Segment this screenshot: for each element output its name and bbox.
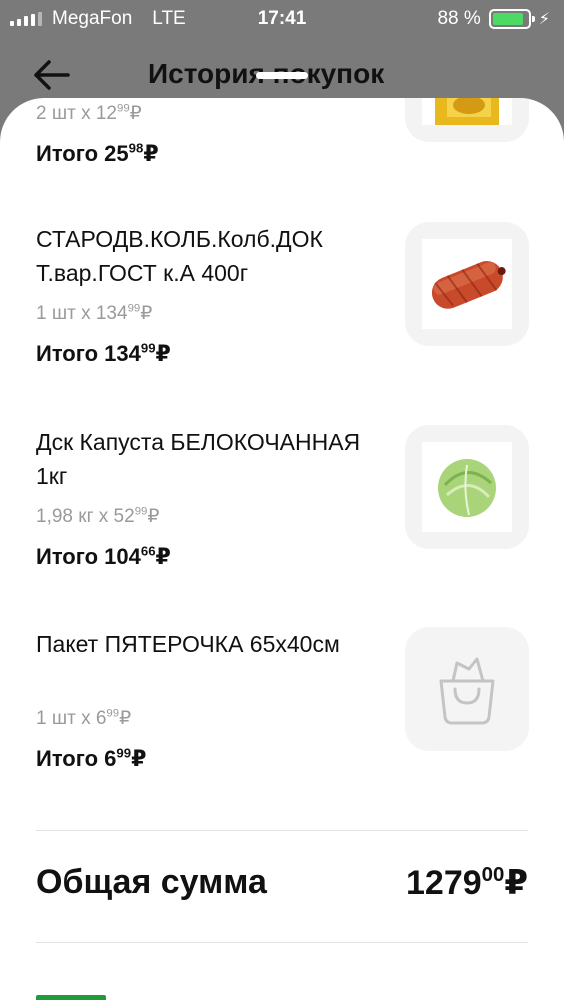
arrow-left-icon	[34, 60, 70, 90]
grand-total: Общая сумма 127900₽	[36, 863, 528, 913]
item-total: Итого 13499₽	[36, 340, 171, 366]
item-total: Итого 2598₽	[36, 140, 159, 166]
status-bar: MegaFon LTE 17:41 88 % ⚡	[0, 0, 564, 40]
back-button[interactable]	[32, 58, 72, 92]
item-quantity: 1,98 кг х 5299₽	[36, 505, 160, 527]
grand-total-label: Общая сумма	[36, 863, 267, 901]
charging-icon: ⚡	[538, 11, 550, 28]
battery-percent: 88 %	[437, 8, 481, 29]
item-name: Дск Капуста БЕЛОКОЧАННАЯ 1кг	[36, 429, 361, 489]
item-quantity: 1 шт х 13499₽	[36, 302, 153, 324]
item-quantity: 2 шт х 1299₽	[36, 102, 142, 124]
divider	[36, 830, 528, 831]
item-name: Пакет ПЯТЕРОЧКА 65х40см	[36, 631, 340, 657]
grand-total-amount: 127900₽	[406, 863, 528, 902]
cabbage-image	[422, 442, 512, 532]
chips-package-image	[422, 98, 512, 125]
item-total: Итого 10466₽	[36, 543, 171, 569]
item-thumbnail	[405, 627, 529, 751]
battery-icon	[488, 9, 535, 29]
bottom-action-edge[interactable]	[36, 995, 106, 1000]
receipt-sheet[interactable]: 2 шт х 1299₽ Итого 2598₽ СТАРОДВ.КОЛБ.Ко…	[0, 98, 564, 1000]
shopping-bag-icon	[439, 657, 495, 725]
item-name: СТАРОДВ.КОЛБ.Колб.ДОК Т.вар.ГОСТ к.А 400…	[36, 226, 323, 286]
item-thumbnail	[405, 425, 529, 549]
item-thumbnail	[405, 98, 529, 142]
item-quantity: 1 шт х 699₽	[36, 707, 132, 729]
item-thumbnail	[405, 222, 529, 346]
divider	[36, 942, 528, 943]
sheet-grabber[interactable]	[256, 72, 308, 79]
item-total: Итого 699₽	[36, 745, 147, 771]
status-right: 88 % ⚡	[437, 8, 550, 30]
page-header: История покупок	[0, 44, 564, 104]
sausage-image	[422, 239, 512, 329]
